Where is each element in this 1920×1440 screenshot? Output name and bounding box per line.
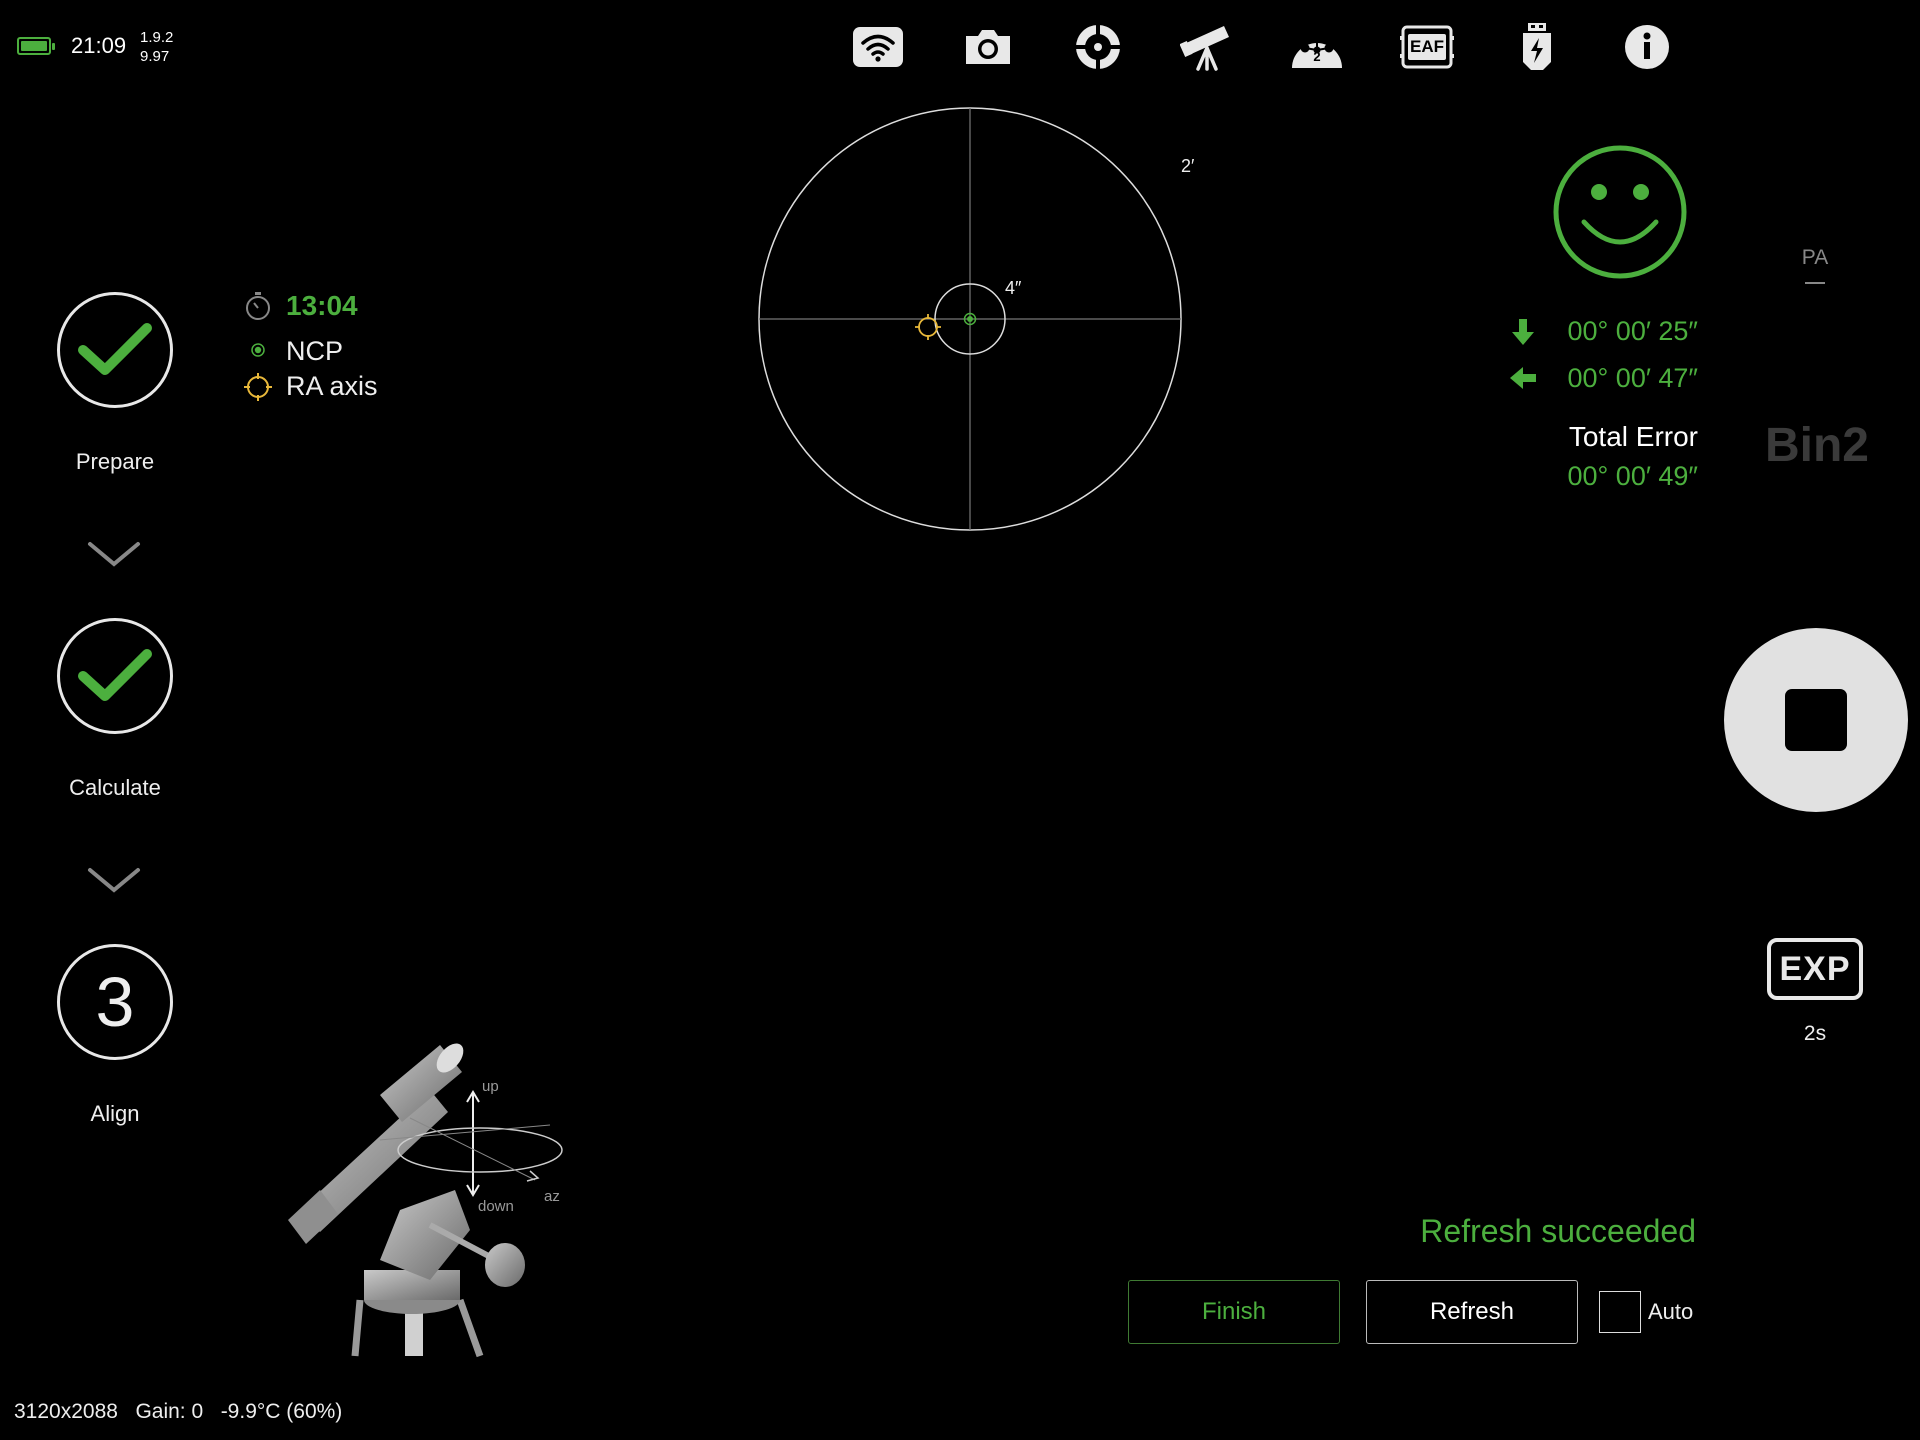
- exposure-button[interactable]: EXP: [1767, 938, 1863, 1000]
- smiley-face-icon: [1553, 145, 1687, 279]
- filter-wheel-badge: 2: [1313, 49, 1321, 64]
- auto-checkbox[interactable]: [1599, 1291, 1641, 1333]
- refresh-status-message: Refresh succeeded: [1420, 1213, 1696, 1249]
- auto-checkbox-label[interactable]: Auto: [1648, 1299, 1693, 1325]
- stop-icon: [1785, 689, 1847, 751]
- camera-gain: Gain: 0: [135, 1400, 204, 1423]
- outer-scale-label: 2′: [1181, 156, 1195, 176]
- camera-info: 3120x2088 Gain: 0 -9.9°C (60%): [14, 1400, 342, 1424]
- ncp-dot-icon: [251, 343, 265, 357]
- checkmark-icon: [78, 323, 152, 375]
- stop-button[interactable]: [1724, 628, 1908, 812]
- chevron-down-icon: [88, 542, 140, 567]
- camera-resolution: 3120x2088: [14, 1400, 118, 1423]
- arrow-down-icon: [1512, 319, 1534, 345]
- step-prepare-label: Prepare: [75, 449, 155, 474]
- binning-label[interactable]: Bin2: [1762, 418, 1872, 473]
- mode-pa-underline: [1805, 282, 1825, 284]
- usb-power-icon[interactable]: [1510, 22, 1564, 72]
- finish-button[interactable]: Finish: [1128, 1280, 1340, 1344]
- battery-fill: [21, 41, 47, 51]
- checkmark-icon: [78, 649, 152, 701]
- step-align-circle[interactable]: 3: [57, 944, 173, 1060]
- ra-axis-reticle-icon: [244, 373, 272, 401]
- step-calculate-label: Calculate: [69, 775, 161, 800]
- legend-ra-axis-label: RA axis: [286, 371, 378, 401]
- telescope-icon[interactable]: [1180, 22, 1234, 72]
- eaf-label: EAF: [1410, 37, 1444, 56]
- total-error-value: 00° 00′ 49″: [1567, 461, 1698, 491]
- battery-icon: [17, 37, 55, 55]
- version-app: 1.9.2: [140, 29, 174, 46]
- arrow-left-icon: [1510, 367, 1536, 389]
- wifi-icon[interactable]: [851, 22, 905, 72]
- ra-axis-marker: [915, 314, 941, 340]
- stopwatch-icon: [246, 292, 270, 320]
- step-align-label: Align: [90, 1101, 140, 1126]
- info-icon[interactable]: [1620, 22, 1674, 72]
- clock: 21:09: [71, 33, 127, 58]
- mount-up-label: up: [482, 1078, 499, 1095]
- camera-icon[interactable]: [961, 22, 1015, 72]
- altitude-error: 00° 00′ 25″: [1567, 316, 1698, 346]
- mode-pa-label[interactable]: PA: [1800, 246, 1830, 270]
- chevron-down-icon: [88, 868, 140, 893]
- polar-alignment-target: [758, 107, 1182, 531]
- elapsed-timer: 13:04: [286, 290, 358, 321]
- mount-az-label: az: [544, 1188, 560, 1205]
- azimuth-error: 00° 00′ 47″: [1567, 363, 1698, 393]
- mount-down-label: down: [478, 1198, 514, 1215]
- camera-temperature: -9.9°C (60%): [220, 1400, 343, 1423]
- step-align-number: 3: [95, 963, 135, 1041]
- guide-crosshair-icon[interactable]: [1071, 22, 1125, 72]
- step-calculate-circle[interactable]: [57, 618, 173, 734]
- legend-ncp-label: NCP: [286, 336, 344, 366]
- version-firmware: 9.97: [140, 48, 170, 65]
- version-info: 1.9.2 9.97: [140, 28, 173, 66]
- total-error-label: Total Error: [1568, 421, 1698, 452]
- refresh-button[interactable]: Refresh: [1366, 1280, 1578, 1344]
- eaf-focuser-icon[interactable]: EAF: [1400, 22, 1454, 72]
- equatorial-mount-diagram: [288, 1043, 563, 1358]
- inner-scale-label: 4″: [1005, 278, 1022, 298]
- exposure-value: 2s: [1803, 1022, 1827, 1045]
- filter-wheel-icon[interactable]: 2: [1290, 22, 1344, 72]
- step-prepare-circle[interactable]: [57, 292, 173, 408]
